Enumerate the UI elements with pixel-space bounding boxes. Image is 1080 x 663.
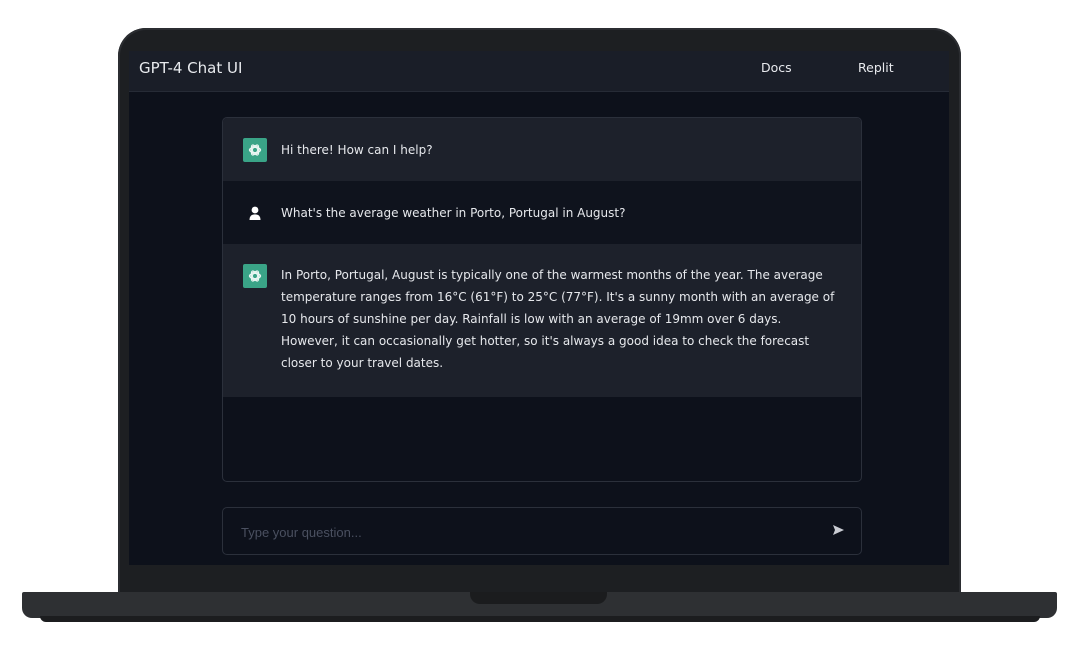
laptop-base-shadow — [40, 616, 1040, 622]
send-icon[interactable] — [829, 521, 847, 539]
nav-link-replit[interactable]: Replit — [858, 51, 894, 85]
navbar: GPT-4 Chat UI Docs Replit — [129, 51, 949, 92]
message-text: What's the average weather in Porto, Por… — [281, 206, 626, 220]
laptop-notch — [470, 592, 607, 604]
message-text: In Porto, Portugal, August is typically … — [281, 268, 835, 370]
nav-link-docs[interactable]: Docs — [761, 51, 792, 85]
message-text: Hi there! How can I help? — [281, 143, 433, 157]
user-message: What's the average weather in Porto, Por… — [223, 181, 861, 244]
app-screen: GPT-4 Chat UI Docs Replit Hi there! How … — [129, 51, 949, 565]
question-input[interactable] — [239, 508, 803, 556]
openai-logo-icon — [243, 138, 267, 162]
question-input-box — [222, 507, 862, 556]
assistant-message: In Porto, Portugal, August is typically … — [223, 244, 861, 397]
user-icon — [243, 201, 267, 225]
assistant-message: Hi there! How can I help? — [223, 118, 861, 181]
chat-panel: Hi there! How can I help? What's the ave… — [222, 117, 862, 482]
openai-logo-icon — [243, 264, 267, 288]
app-title[interactable]: GPT-4 Chat UI — [139, 51, 242, 85]
